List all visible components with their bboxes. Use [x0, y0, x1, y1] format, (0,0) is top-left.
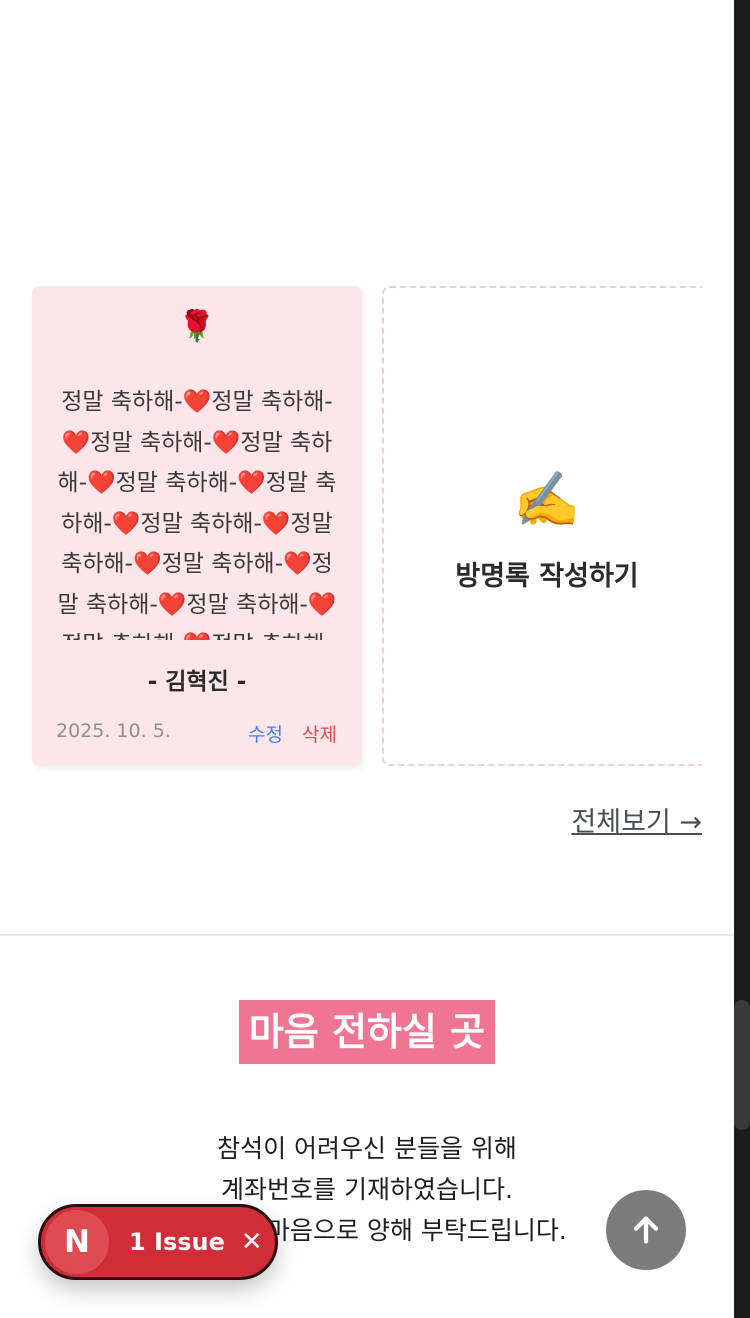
guestbook-date: 2025. 10. 5.	[56, 720, 171, 742]
nextjs-logo-icon: N	[45, 1210, 109, 1274]
close-icon[interactable]: ✕	[241, 1227, 263, 1257]
rose-icon: 🌹	[178, 309, 216, 344]
view-all-link[interactable]: 전체보기 →	[571, 800, 702, 839]
section-divider	[0, 934, 734, 936]
scrollbar[interactable]	[734, 0, 750, 1318]
scrollbar-thumb[interactable]	[734, 1000, 750, 1130]
delete-button[interactable]: 삭제	[302, 720, 337, 747]
guestbook-carousel[interactable]: 🌹 정말 축하해-❤️정말 축하해-❤️정말 축하해-❤️정말 축하해-❤️정말…	[0, 280, 702, 780]
description-line: 참석이 어려우신 분들을 위해	[217, 1134, 517, 1163]
issue-indicator-button[interactable]: N 1 Issue ✕	[38, 1204, 278, 1280]
scroll-to-top-button[interactable]	[606, 1190, 686, 1270]
section-title: 마음 전하실 곳	[239, 1000, 495, 1064]
page: 🌹 정말 축하해-❤️정말 축하해-❤️정말 축하해-❤️정말 축하해-❤️정말…	[0, 0, 750, 1318]
edit-button[interactable]: 수정	[248, 720, 283, 747]
guestbook-message: 정말 축하해-❤️정말 축하해-❤️정말 축하해-❤️정말 축하해-❤️정말 축…	[57, 389, 337, 640]
guestbook-author: - 김혁진 -	[147, 669, 247, 695]
issue-count-label: 1 Issue	[129, 1228, 225, 1256]
guestbook-entry-card: 🌹 정말 축하해-❤️정말 축하해-❤️정말 축하해-❤️정말 축하해-❤️정말…	[32, 286, 362, 766]
writing-hand-icon: ✍️	[513, 468, 581, 531]
arrow-up-icon	[633, 1216, 659, 1244]
write-guestbook-label: 방명록 작성하기	[455, 561, 639, 592]
write-guestbook-card[interactable]: ✍️ 방명록 작성하기	[382, 286, 702, 766]
